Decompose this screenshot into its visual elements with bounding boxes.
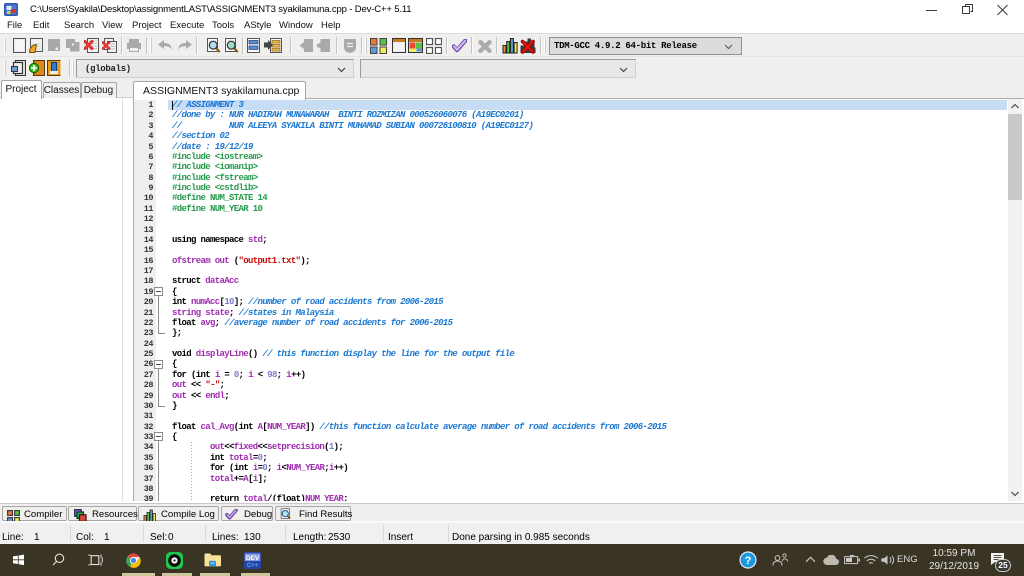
svg-text:DEV: DEV (246, 555, 260, 562)
svg-text:?: ? (745, 555, 752, 567)
svg-text:C++: C++ (247, 563, 259, 569)
